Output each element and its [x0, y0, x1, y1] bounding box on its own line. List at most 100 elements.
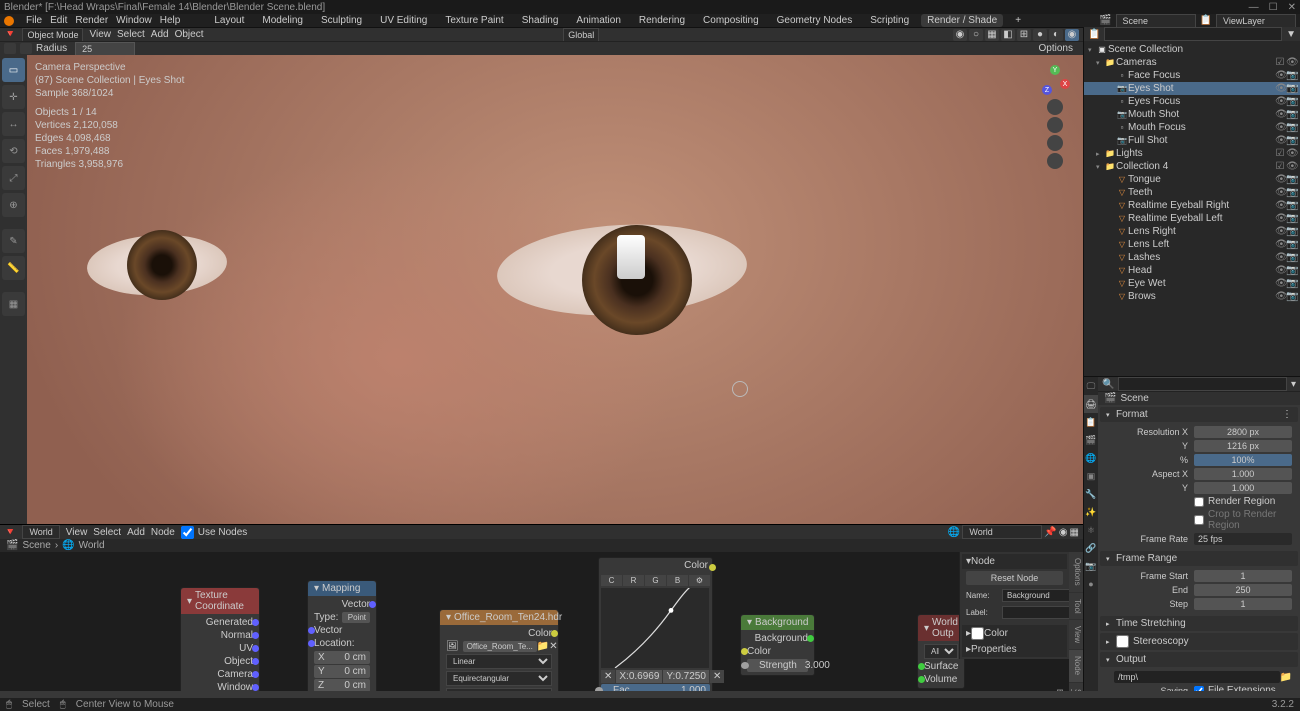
pan-icon[interactable]	[1047, 117, 1063, 133]
outliner-row[interactable]: 📷Eyes Shot👁📷	[1084, 82, 1300, 95]
node-texture-coordinate[interactable]: ▾Texture Coordinate Generated Normal UV …	[180, 587, 260, 691]
bc-world-icon[interactable]: 🌐	[62, 540, 74, 551]
tab-compositing[interactable]: Compositing	[697, 14, 765, 27]
snap-icon[interactable]: ◉	[953, 29, 967, 41]
outliner-row[interactable]: ▸📁Lights☑👁	[1084, 147, 1300, 160]
proportional-icon[interactable]: ○	[969, 29, 983, 41]
outliner-row[interactable]: ▽Tongue👁📷	[1084, 173, 1300, 186]
props-search-input[interactable]	[1118, 377, 1287, 391]
tool-rotate[interactable]: ⟲	[2, 139, 25, 163]
tool-scale[interactable]: ⤢	[2, 166, 25, 190]
outliner-row[interactable]: ▽Eye Wet👁📷	[1084, 277, 1300, 290]
outliner-search-input[interactable]	[1104, 27, 1282, 41]
ne-overlay-icon[interactable]: ▦	[1070, 527, 1079, 538]
ne-select[interactable]: Select	[93, 527, 121, 538]
frame-end-input[interactable]: 250	[1194, 584, 1292, 596]
ne-snap-icon[interactable]: ◉	[1059, 527, 1068, 538]
ne-node[interactable]: Node	[151, 527, 175, 538]
curve-tab-b[interactable]: B	[667, 575, 688, 586]
curve-canvas[interactable]	[601, 588, 709, 668]
frame-step-input[interactable]: 1	[1194, 598, 1292, 610]
menu-file[interactable]: File	[26, 15, 42, 26]
framerate-dropdown[interactable]: 25 fps	[1194, 533, 1292, 545]
menu-window[interactable]: Window	[116, 15, 152, 26]
axis-z-icon[interactable]: Z	[1042, 85, 1052, 95]
outliner-row[interactable]: ▽Lens Left👁📷	[1084, 238, 1300, 251]
ptab-output[interactable]: 🖨	[1084, 395, 1098, 413]
props-pin-icon[interactable]: ▾	[1291, 379, 1296, 390]
curve-tools-icon[interactable]: ⚙	[689, 575, 710, 586]
axis-y-icon[interactable]: Y	[1050, 65, 1060, 75]
tool-icon-1[interactable]	[4, 43, 16, 54]
tab-modeling[interactable]: Modeling	[256, 14, 309, 27]
ptab-scene[interactable]: 🎬	[1084, 431, 1098, 449]
use-nodes-checkbox[interactable]: Use Nodes	[181, 526, 247, 539]
outliner-row[interactable]: ▾📁Collection 4☑👁	[1084, 160, 1300, 173]
file-ext-checkbox[interactable]: File Extensions	[1194, 685, 1276, 691]
bc-scene[interactable]: Scene	[22, 540, 50, 551]
viewport-canvas[interactable]: Camera Perspective (87) Scene Collection…	[27, 55, 1083, 524]
res-x-input[interactable]: 2800 px	[1194, 426, 1292, 438]
bc-scene-icon[interactable]: 🎬	[6, 540, 18, 551]
panel-format-header[interactable]: ▾Format⋮	[1100, 407, 1298, 422]
scene-name-input[interactable]	[1116, 14, 1196, 28]
aspect-y-input[interactable]: 1.000	[1194, 482, 1292, 494]
vp-object[interactable]: Object	[175, 29, 204, 40]
options-label[interactable]: Options	[1039, 43, 1079, 54]
outliner-row[interactable]: 📷Full Shot👁📷	[1084, 134, 1300, 147]
object-mode-dropdown[interactable]: Object Mode	[22, 28, 83, 42]
render-region-checkbox[interactable]: Render Region	[1194, 496, 1275, 507]
ptab-particles[interactable]: ✨	[1084, 503, 1098, 521]
outliner-row[interactable]: ▽Lashes👁📷	[1084, 251, 1300, 264]
ptab-physics[interactable]: ⚛	[1084, 521, 1098, 539]
frame-start-input[interactable]: 1	[1194, 570, 1292, 582]
curve-tab-r[interactable]: R	[623, 575, 644, 586]
outliner-type-icon[interactable]: 📋	[1088, 29, 1100, 40]
ptab-material[interactable]: ●	[1084, 575, 1098, 593]
tool-move[interactable]: ↔	[2, 112, 25, 136]
tab-shading[interactable]: Shading	[516, 14, 565, 27]
sidetab-options[interactable]: Options	[1069, 552, 1083, 592]
ne-view[interactable]: View	[66, 527, 88, 538]
outliner-row[interactable]: ▽Realtime Eyeball Left👁📷	[1084, 212, 1300, 225]
node-mapping[interactable]: ▾Mapping Vector Type:Point Vector Locati…	[307, 580, 377, 691]
sidetab-script[interactable]: Script To Butto	[1069, 683, 1083, 691]
world-name-input[interactable]	[962, 525, 1042, 539]
tool-cursor[interactable]: ✛	[2, 85, 25, 109]
tab-rendering[interactable]: Rendering	[633, 14, 691, 27]
menu-render[interactable]: Render	[75, 15, 108, 26]
res-y-input[interactable]: 1216 px	[1194, 440, 1292, 452]
node-background[interactable]: ▾Background Background Color Strength3.0…	[740, 614, 815, 676]
tool-icon-2[interactable]	[20, 43, 32, 54]
tab-geometry-nodes[interactable]: Geometry Nodes	[771, 14, 859, 27]
panel-stereoscopy[interactable]: ▸Stereoscopy	[1100, 633, 1298, 650]
viewport[interactable]: ▭ ✛ ↔ ⟲ ⤢ ⊕ ✎ 📏 ▦	[0, 55, 1083, 524]
node-mode-dropdown[interactable]: World	[22, 525, 59, 539]
xray-icon[interactable]: ◧	[1001, 29, 1015, 41]
ptab-data[interactable]: 📷	[1084, 557, 1098, 575]
vp-view[interactable]: View	[89, 29, 111, 40]
overlay-icon[interactable]: ▦	[985, 29, 999, 41]
camera-view-icon[interactable]	[1047, 135, 1063, 151]
tab-layout[interactable]: Layout	[208, 14, 250, 27]
radius-input[interactable]	[75, 42, 135, 56]
zoom-icon[interactable]	[1047, 99, 1063, 115]
sidetab-tool[interactable]: Tool	[1069, 593, 1083, 620]
curve-tab-c[interactable]: C	[601, 575, 622, 586]
tool-transform[interactable]: ⊕	[2, 193, 25, 217]
ptab-render[interactable]: 🖵	[1084, 377, 1098, 395]
outliner-filter-icon[interactable]: ▼	[1286, 29, 1296, 40]
node-rgb-curves[interactable]: Color C R G B ⚙ ✕ X:0.6969 Y:0.7250	[598, 557, 713, 691]
tool-annotate[interactable]: ✎	[2, 229, 25, 253]
outliner-row[interactable]: 📷Mouth Shot👁📷	[1084, 108, 1300, 121]
folder-icon[interactable]: 📁	[1280, 672, 1292, 683]
tab-add[interactable]: +	[1009, 14, 1027, 27]
outliner-row[interactable]: ▫Eyes Focus👁📷	[1084, 95, 1300, 108]
outliner-row[interactable]: ▾📁Cameras☑👁	[1084, 56, 1300, 69]
perspective-icon[interactable]	[1047, 153, 1063, 169]
tab-animation[interactable]: Animation	[570, 14, 626, 27]
shade-matcap-icon[interactable]: ◐	[1049, 29, 1063, 41]
vp-select[interactable]: Select	[117, 29, 145, 40]
viewport-gizmo[interactable]: Y X Z	[1037, 65, 1073, 171]
output-path-input[interactable]: /tmp\	[1114, 671, 1280, 683]
